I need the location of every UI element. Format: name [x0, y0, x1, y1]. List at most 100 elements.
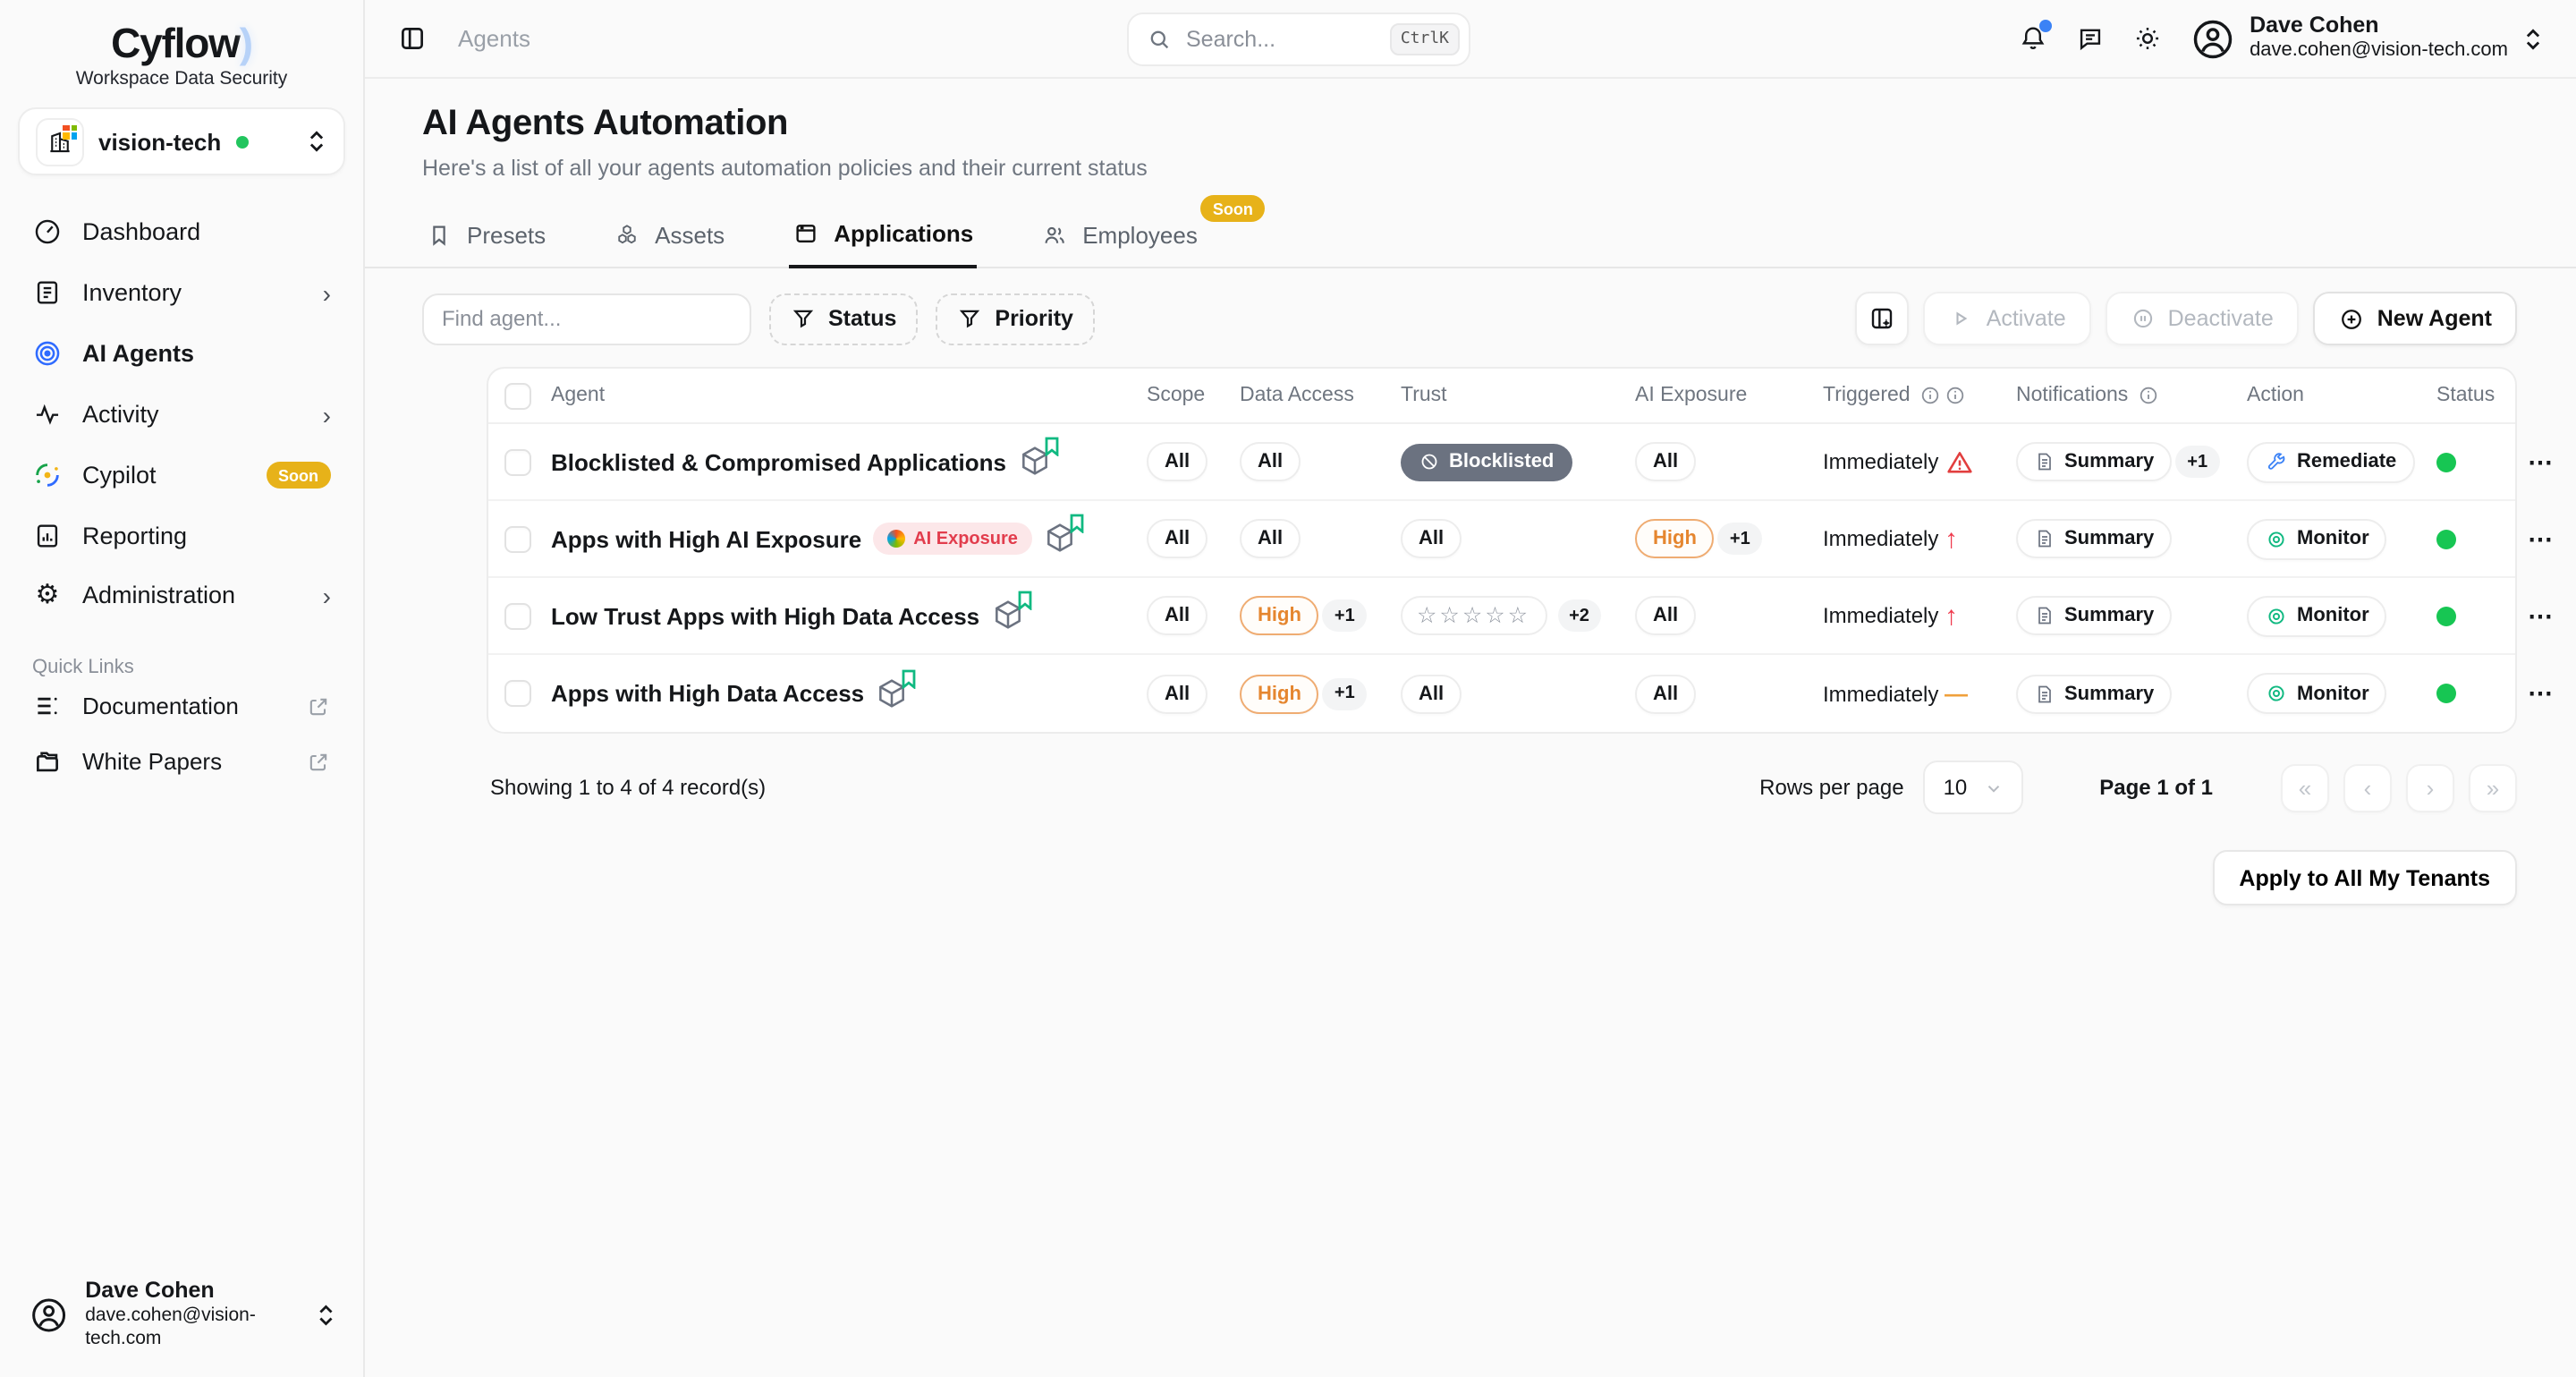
table-row[interactable]: Apps with High AI Exposure AI Exposure A…	[488, 501, 2515, 578]
column-header-label: Triggered	[1823, 385, 1911, 406]
column-header-trust[interactable]: Trust	[1401, 385, 1635, 406]
column-header-status[interactable]: Status	[2436, 385, 2528, 406]
sidebar-item-reporting[interactable]: Reporting	[18, 508, 345, 564]
action-label: Monitor	[2297, 683, 2369, 704]
sidebar-toggle-button[interactable]	[397, 23, 428, 54]
hexagons-icon	[614, 221, 640, 248]
brand-name: Cyflow	[111, 20, 240, 66]
pulse-icon	[32, 399, 63, 429]
row-checkbox[interactable]	[504, 448, 531, 475]
pagination-controls: Rows per page 10 Page 1 of 1 « ‹ › »	[1759, 761, 2517, 814]
messages-button[interactable]	[2074, 23, 2105, 54]
sidebar-nav: Dashboard Inventory › AI Agents Activity…	[18, 204, 345, 621]
action-label: Remediate	[2297, 451, 2396, 472]
ai-exposure-tag: AI Exposure	[872, 523, 1032, 555]
rows-per-page-label: Rows per page	[1759, 775, 1903, 800]
new-agent-button[interactable]: New Agent	[2313, 292, 2517, 345]
data-access-high-badge: High	[1240, 596, 1319, 635]
table-toolbar: Status Priority Activate	[422, 292, 2576, 345]
activate-button[interactable]: Activate	[1924, 292, 2091, 345]
tab-label: Applications	[834, 220, 973, 247]
main-area: Agents CtrlK	[365, 0, 2576, 1377]
tab-assets[interactable]: Assets	[610, 208, 728, 267]
rows-per-page-select[interactable]: 10	[1924, 761, 2023, 814]
sidebar-item-activity[interactable]: Activity ›	[18, 387, 345, 442]
tab-applications[interactable]: Applications	[789, 208, 977, 268]
tab-presets[interactable]: Presets	[422, 208, 549, 267]
find-agent-input[interactable]	[422, 293, 751, 344]
quick-links-label: Quick Links	[18, 657, 345, 678]
sidebar-item-administration[interactable]: ⚙ Administration ›	[18, 569, 345, 621]
severity-dash-icon: —	[1945, 680, 1968, 707]
status-filter-button[interactable]: Status	[769, 293, 918, 344]
table-row[interactable]: Blocklisted & Compromised Applications A…	[488, 424, 2515, 501]
column-header-notifications[interactable]: Notifications	[2016, 385, 2247, 406]
theme-toggle-button[interactable]	[2131, 23, 2162, 54]
select-all-checkbox[interactable]	[504, 382, 531, 409]
column-header-ai-exposure[interactable]: AI Exposure	[1635, 385, 1823, 406]
document-icon	[2034, 528, 2055, 549]
target-icon	[32, 338, 63, 369]
sidebar-user-name: Dave Cohen	[85, 1279, 300, 1305]
tab-label: Presets	[467, 221, 546, 248]
triggered-value: Immediately	[1823, 681, 1945, 706]
breadcrumb: Agents	[458, 25, 530, 52]
search-input[interactable]	[1186, 26, 1376, 51]
people-icon	[1041, 221, 1068, 248]
column-header-action[interactable]: Action	[2247, 385, 2436, 406]
last-page-button[interactable]: »	[2469, 763, 2517, 812]
workspace-name: vision-tech	[98, 128, 221, 155]
document-icon	[2034, 683, 2055, 704]
column-settings-button[interactable]	[1856, 292, 1910, 345]
quick-link-documentation[interactable]: Documentation	[18, 678, 345, 734]
data-access-badge: All	[1240, 442, 1301, 481]
row-checkbox[interactable]	[504, 602, 531, 629]
play-icon	[1949, 306, 1974, 331]
apply-all-tenants-button[interactable]: Apply to All My Tenants	[2212, 850, 2517, 905]
status-dot	[2436, 529, 2456, 548]
deactivate-button[interactable]: Deactivate	[2106, 292, 2299, 345]
tag-label: AI Exposure	[913, 529, 1018, 548]
tab-label: Employees	[1082, 221, 1198, 248]
next-page-button[interactable]: ›	[2406, 763, 2454, 812]
row-menu-button[interactable]: ⋯	[2528, 678, 2554, 709]
monitor-target-icon	[2265, 682, 2288, 705]
user-menu[interactable]: Dave Cohen dave.cohen@vision-tech.com	[2189, 13, 2544, 64]
row-checkbox[interactable]	[504, 680, 531, 707]
sidebar-user-info: Dave Cohen dave.cohen@vision-tech.com	[85, 1279, 300, 1353]
row-menu-button[interactable]: ⋯	[2528, 600, 2554, 631]
row-menu-button[interactable]: ⋯	[2528, 523, 2554, 554]
sidebar-item-label: Reporting	[82, 523, 187, 549]
table-row[interactable]: Low Trust Apps with High Data Access All…	[488, 578, 2515, 655]
row-checkbox[interactable]	[504, 525, 531, 552]
sidebar-user-menu[interactable]: Dave Cohen dave.cohen@vision-tech.com	[18, 1271, 345, 1353]
first-page-button[interactable]: «	[2281, 763, 2329, 812]
chevron-updown-icon	[316, 1303, 335, 1328]
row-menu-button[interactable]: ⋯	[2528, 446, 2554, 477]
quick-link-white-papers[interactable]: White Papers	[18, 734, 345, 789]
column-header-severity[interactable]	[1945, 385, 2016, 406]
sidebar-item-inventory[interactable]: Inventory ›	[18, 265, 345, 320]
notification-dot	[2038, 20, 2051, 32]
priority-filter-button[interactable]: Priority	[936, 293, 1095, 344]
column-header-triggered[interactable]: Triggered	[1823, 385, 1945, 406]
sidebar-item-cypilot[interactable]: Cypilot Soon	[18, 447, 345, 503]
notification-label: Summary	[2064, 683, 2154, 704]
workspace-switcher[interactable]: vision-tech	[18, 107, 345, 175]
global-search[interactable]: CtrlK	[1127, 12, 1470, 65]
tab-employees[interactable]: Employees Soon	[1038, 208, 1201, 267]
soon-badge: Soon	[1200, 195, 1266, 222]
sidebar-item-dashboard[interactable]: Dashboard	[18, 204, 345, 259]
prev-page-button[interactable]: ‹	[2343, 763, 2392, 812]
workspace-status-dot	[235, 135, 248, 148]
topbar-actions: Dave Cohen dave.cohen@vision-tech.com	[2017, 13, 2544, 64]
notifications-button[interactable]	[2017, 23, 2047, 54]
column-header-scope[interactable]: Scope	[1147, 385, 1240, 406]
sidebar-item-ai-agents[interactable]: AI Agents	[18, 326, 345, 381]
severity-up-arrow-icon: ↑	[1945, 600, 1958, 631]
column-header-data-access[interactable]: Data Access	[1240, 385, 1401, 406]
document-icon	[2034, 451, 2055, 472]
column-header-agent[interactable]: Agent	[542, 385, 1147, 406]
gear-icon: ⚙	[32, 582, 63, 608]
table-row[interactable]: Apps with High Data Access All High +1 A…	[488, 655, 2515, 732]
